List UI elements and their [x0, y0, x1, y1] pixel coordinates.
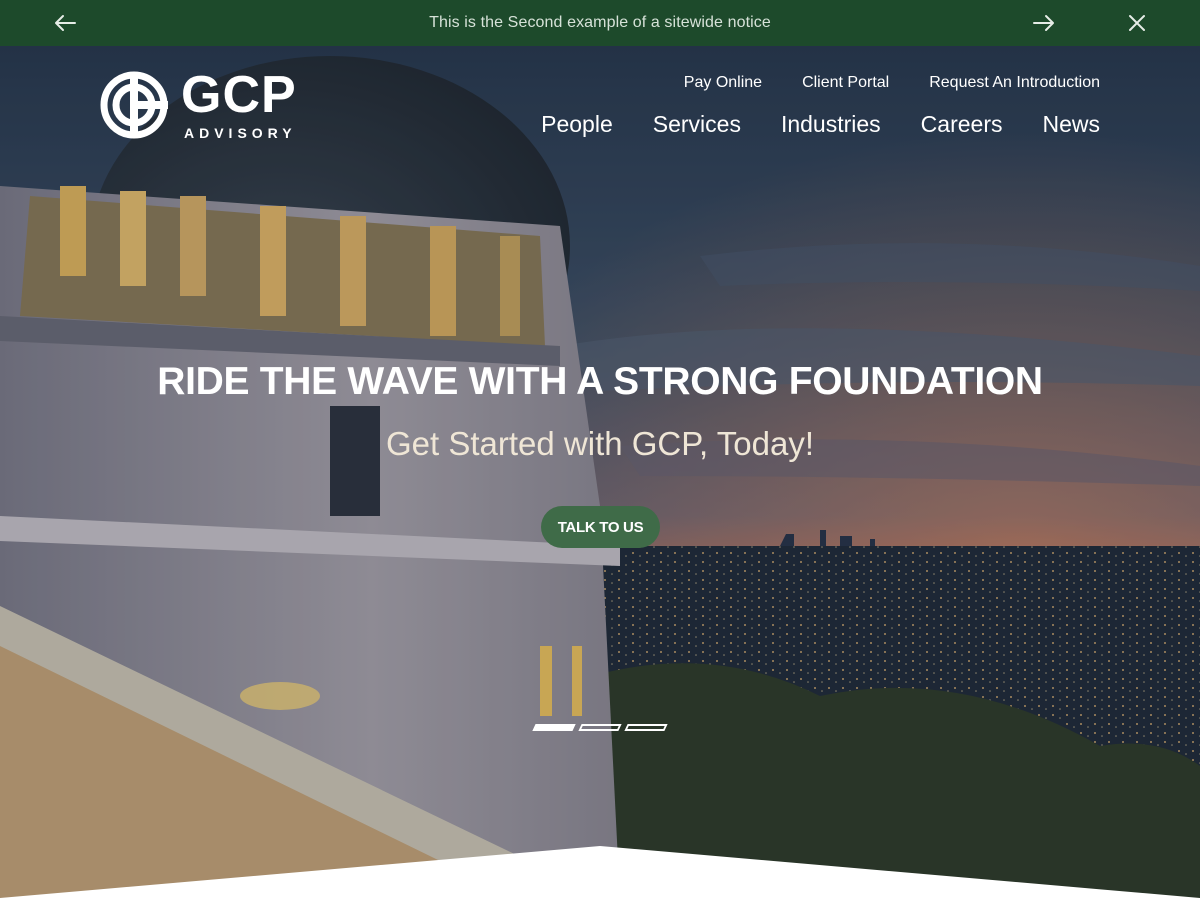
logo-wordmark: GCP [181, 66, 297, 124]
main-nav-people[interactable]: People [541, 111, 613, 138]
main-nav: People Services Industries Careers News [541, 111, 1100, 138]
utility-nav-request-introduction[interactable]: Request An Introduction [929, 74, 1100, 92]
logo-tagline: ADVISORY [184, 125, 297, 141]
carousel-indicators [532, 724, 668, 731]
main-nav-news[interactable]: News [1042, 111, 1100, 138]
talk-to-us-button[interactable]: TALK TO US [541, 506, 660, 548]
sitewide-notice-bar: This is the Second example of a sitewide… [0, 0, 1200, 46]
arrow-left-icon[interactable] [53, 11, 77, 35]
utility-nav: Pay Online Client Portal Request An Intr… [684, 74, 1100, 92]
utility-nav-pay-online[interactable]: Pay Online [684, 74, 762, 92]
main-nav-industries[interactable]: Industries [781, 111, 881, 138]
carousel-indicator-1[interactable] [532, 724, 576, 731]
hero-section: GCP ADVISORY Pay Online Client Portal Re… [0, 46, 1200, 900]
close-icon[interactable] [1125, 11, 1149, 35]
main-nav-careers[interactable]: Careers [921, 111, 1003, 138]
hero-bottom-divider [0, 846, 1200, 900]
gcp-advisory-logo[interactable]: GCP ADVISORY [99, 66, 304, 143]
hero-subtitle: Get Started with GCP, Today! [385, 425, 814, 462]
carousel-indicator-2[interactable] [578, 724, 622, 731]
arrow-right-icon[interactable] [1032, 11, 1056, 35]
utility-nav-client-portal[interactable]: Client Portal [802, 74, 889, 92]
notice-text: This is the Second example of a sitewide… [429, 14, 771, 31]
carousel-indicator-3[interactable] [624, 724, 668, 731]
main-nav-services[interactable]: Services [653, 111, 741, 138]
hero-title: RIDE THE WAVE WITH A STRONG FOUNDATION [157, 360, 1043, 403]
